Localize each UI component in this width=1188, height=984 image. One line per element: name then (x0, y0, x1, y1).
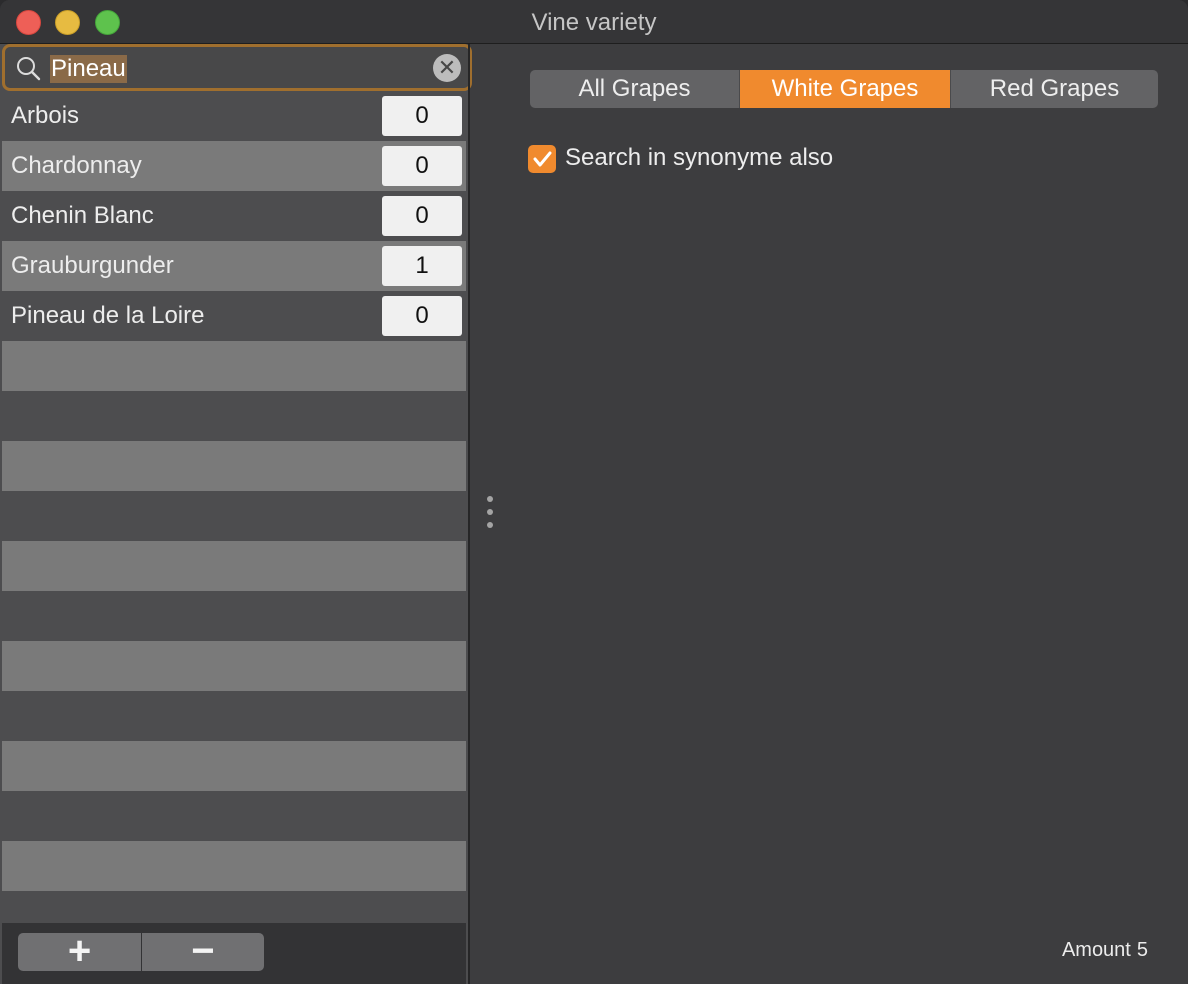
list-toolbar: + − (2, 923, 466, 984)
empty-row (2, 891, 466, 923)
empty-row (2, 441, 466, 491)
tab-red-grapes[interactable]: Red Grapes (950, 70, 1158, 108)
variety-name: Arbois (11, 102, 80, 129)
empty-row (2, 341, 466, 391)
variety-list: Arbois 0 Chardonnay 0 Chenin Blanc 0 Gra… (2, 91, 466, 923)
search-icon (17, 57, 41, 81)
remove-variety-button[interactable]: − (142, 929, 264, 973)
amount-label: Amount (1061, 939, 1131, 961)
variety-name: Chenin Blanc (11, 202, 154, 229)
list-item[interactable]: Chenin Blanc 0 (2, 191, 466, 241)
variety-count-field[interactable]: 0 (382, 196, 462, 236)
clear-icon: ✕ (437, 55, 457, 80)
variety-count-field[interactable]: 0 (382, 96, 462, 136)
add-variety-button[interactable]: + (18, 929, 141, 973)
variety-count-field[interactable]: 0 (382, 296, 462, 336)
variety-name: Pineau de la Loire (11, 302, 205, 329)
empty-row (2, 491, 466, 541)
empty-row (2, 741, 466, 791)
empty-row (2, 641, 466, 691)
tab-white-grapes[interactable]: White Grapes (740, 70, 950, 108)
search-input[interactable]: Pineau (50, 55, 127, 83)
empty-row (2, 691, 466, 741)
minus-icon: − (191, 929, 215, 973)
plus-icon: + (67, 929, 92, 973)
variety-name: Chardonnay (11, 152, 142, 179)
amount-status: Amount 5 (1056, 939, 1148, 962)
empty-row (2, 391, 466, 441)
list-item[interactable]: Chardonnay 0 (2, 141, 466, 191)
variety-name: Grauburgunder (11, 252, 174, 279)
pane-splitter[interactable] (468, 44, 470, 984)
empty-row (2, 591, 466, 641)
window-title: Vine variety (531, 9, 657, 36)
check-icon (533, 151, 552, 167)
list-item[interactable]: Grauburgunder 1 (2, 241, 466, 291)
empty-row (2, 541, 466, 591)
splitter-grip-icon[interactable] (487, 496, 495, 536)
empty-row (2, 791, 466, 841)
amount-value: 5 (1136, 939, 1148, 961)
clear-search-button[interactable]: ✕ (433, 54, 461, 82)
variety-count-field[interactable]: 0 (382, 146, 462, 186)
grape-filter-segmented-control: All Grapes White Grapes Red Grapes (530, 70, 1158, 108)
tab-all-grapes[interactable]: All Grapes (530, 70, 740, 108)
search-field[interactable]: Pineau ✕ (2, 44, 472, 91)
list-item[interactable]: Arbois 0 (2, 91, 466, 141)
variety-list-pane: Pineau ✕ Arbois 0 Chardonnay 0 Chenin Bl… (0, 44, 472, 984)
vine-variety-window: Vine variety Pineau ✕ Arbois 0 Chardonna… (0, 0, 1188, 984)
title-bar: Vine variety (0, 0, 1188, 44)
synonym-checkbox-label[interactable]: Search in synonyme also (565, 144, 833, 172)
list-item[interactable]: Pineau de la Loire 0 (2, 291, 466, 341)
synonym-checkbox[interactable] (528, 145, 556, 173)
empty-row (2, 841, 466, 891)
variety-count-field[interactable]: 1 (382, 246, 462, 286)
